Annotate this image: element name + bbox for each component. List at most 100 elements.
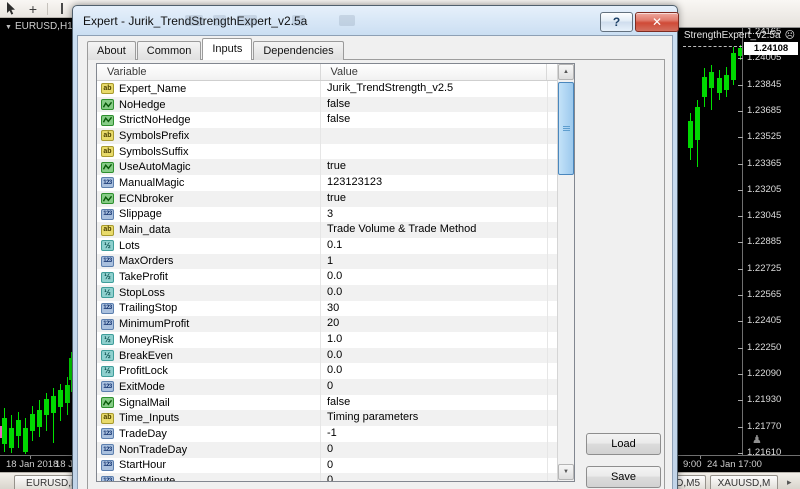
table-row[interactable]: 123 ExitMode 0 [97,379,557,395]
param-value[interactable]: true [321,190,548,207]
table-row[interactable]: ab Main_data Trade Volume & Trade Method [97,222,557,238]
param-value[interactable]: Timing parameters [321,410,548,427]
price-tick-label: 1.23845 [747,79,782,90]
param-value[interactable]: false [321,112,548,129]
tab-inputs[interactable]: Inputs [202,38,253,60]
param-value[interactable]: false [321,394,548,411]
row-stub [548,81,557,97]
table-row[interactable]: ½ ProfitLock 0.0 [97,363,557,380]
param-name: SignalMail [119,396,170,409]
boolean-param-icon [101,193,114,205]
param-value[interactable] [321,128,548,144]
table-row[interactable]: 123 MinimumProfit 20 [97,316,557,332]
table-row[interactable]: 123 Slippage 3 [97,206,557,223]
table-row[interactable]: ab Time_Inputs Timing parameters [97,410,557,427]
price-tick [738,400,743,401]
table-row[interactable]: SignalMail false [97,394,557,411]
table-row[interactable]: UseAutoMagic true [97,159,557,176]
row-stub [548,175,557,191]
param-value[interactable]: 0.0 [321,347,548,364]
row-stub [548,442,557,458]
help-button[interactable]: ? [600,12,633,32]
row-stub [548,238,557,254]
param-value[interactable]: 30 [321,300,548,317]
table-row[interactable]: 123 TrailingStop 30 [97,300,557,317]
table-row[interactable]: ab Expert_Name Jurik_TrendStrength_v2.5 [97,81,557,97]
param-value[interactable]: 0 [321,457,548,474]
param-name: Slippage [119,208,162,221]
save-button[interactable]: Save [586,466,661,488]
param-value[interactable]: 20 [321,316,548,332]
table-row[interactable]: 123 StartMinute 0 [97,473,557,481]
dialog-tabbar: About Common Inputs Dependencies [87,38,345,60]
tab-dependencies[interactable]: Dependencies [253,41,344,60]
row-stub [548,363,557,379]
tab-common[interactable]: Common [136,41,202,60]
table-row[interactable]: StrictNoHedge false [97,112,557,129]
param-value[interactable]: 0 [321,379,548,395]
param-value[interactable]: Jurik_TrendStrength_v2.5 [321,81,548,97]
tab-scroll-right-icon[interactable]: ▸ [787,477,792,488]
scroll-up-button[interactable]: ▲ [558,64,574,80]
table-row[interactable]: ab SymbolsPrefix [97,128,557,144]
close-button[interactable]: ✕ [635,12,679,32]
param-name: TakeProfit [119,271,168,284]
table-row[interactable]: 123 MaxOrders 1 [97,253,557,270]
inputs-tab-page: Variable Value ab Expert_Name Jurik_TrendS… [87,59,665,489]
load-button[interactable]: Load [586,433,661,455]
v-scrollbar[interactable]: ▲ ▼ [557,64,574,481]
table-row[interactable]: 123 ManualMagic 123123123 [97,175,557,191]
param-value[interactable]: 0.0 [321,284,548,301]
dialog-titlebar[interactable]: Expert - Jurik_TrendStrengthExpert_v2.5a… [77,6,679,35]
param-name: ManualMagic [119,176,185,189]
param-value[interactable]: 0.1 [321,237,548,254]
boolean-param-icon [101,397,114,409]
table-row[interactable]: ½ StopLoss 0.0 [97,284,557,301]
param-value[interactable]: 0.0 [321,363,548,380]
param-value[interactable]: 1.0 [321,332,548,348]
table-row[interactable]: 123 StartHour 0 [97,457,557,474]
scroll-thumb[interactable] [558,82,574,175]
row-stub [548,128,557,144]
param-value[interactable]: false [321,96,548,113]
param-value[interactable]: 1 [321,253,548,270]
scroll-down-button[interactable]: ▼ [558,464,574,480]
row-stub [548,332,557,348]
table-row[interactable]: 123 NonTradeDay 0 [97,441,557,458]
double-param-icon: ½ [101,240,114,252]
table-row[interactable]: NoHedge false [97,96,557,113]
price-tick-label: 1.22885 [747,236,782,247]
param-value[interactable]: true [321,159,548,176]
param-name: NonTradeDay [119,443,188,456]
integer-param-icon: 123 [101,302,114,314]
tab-about[interactable]: About [87,41,136,60]
table-row[interactable]: ab SymbolsSuffix [97,143,557,160]
price-tick [738,164,743,165]
price-tick-label: 1.23525 [747,131,782,142]
param-value[interactable]: 3 [321,206,548,223]
table-row[interactable]: ECNbroker true [97,190,557,207]
table-row[interactable]: ½ TakeProfit 0.0 [97,269,557,285]
param-value[interactable]: -1 [321,426,548,442]
table-row[interactable]: ½ MoneyRisk 1.0 [97,332,557,348]
chart-marker-icon: ♟ [752,434,762,446]
integer-param-icon: 123 [101,255,114,267]
table-row[interactable]: 123 TradeDay -1 [97,426,557,442]
chart-tab-xauusd[interactable]: XAUUSD,M [710,475,778,489]
time-label: 24 Jan 17:00 [707,459,762,470]
param-value[interactable]: 0.0 [321,269,548,285]
row-stub [548,395,557,411]
table-row[interactable]: ½ BreakEven 0.0 [97,347,557,364]
param-value[interactable]: 0 [321,473,548,481]
param-value[interactable]: Trade Volume & Trade Method [321,222,548,238]
price-tick [738,374,743,375]
table-header-variable[interactable]: Variable [97,64,321,80]
double-param-icon: ½ [101,287,114,299]
table-row[interactable]: ½ Lots 0.1 [97,237,557,254]
param-name: StartMinute [119,475,175,481]
integer-param-icon: 123 [101,475,114,481]
param-value[interactable]: 123123123 [321,175,548,191]
table-header-value[interactable]: Value [321,64,547,80]
param-value[interactable] [321,143,548,160]
param-value[interactable]: 0 [321,441,548,458]
